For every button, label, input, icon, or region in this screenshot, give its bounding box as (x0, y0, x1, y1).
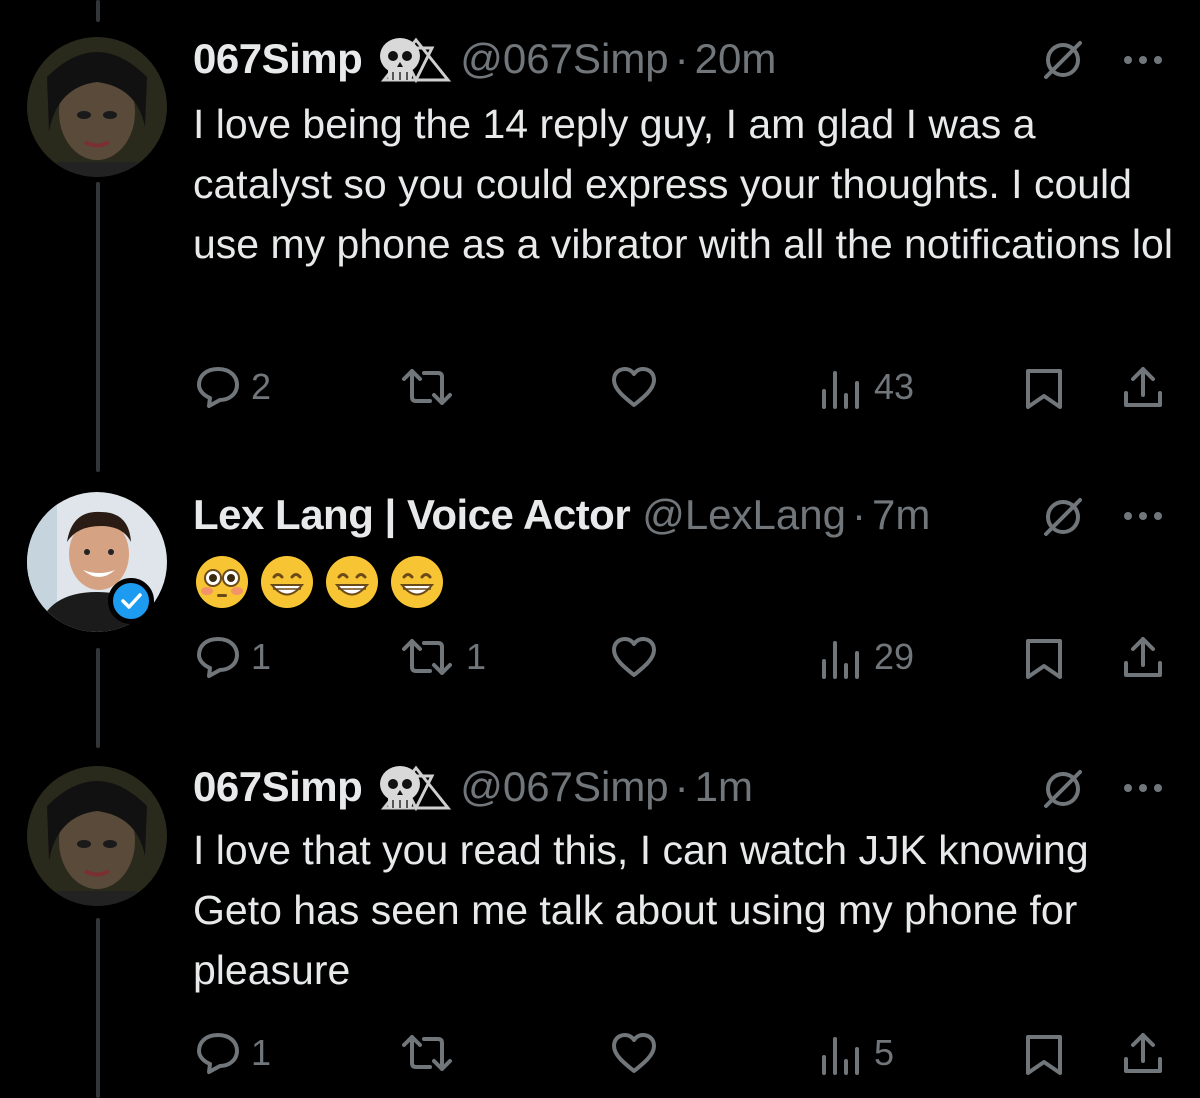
share-icon (1124, 637, 1162, 677)
grin-emoji (391, 556, 443, 608)
skull-icon (376, 762, 452, 812)
reply-icon (197, 1033, 239, 1074)
grok-icon[interactable] (1040, 494, 1086, 540)
like-button[interactable] (610, 1031, 668, 1075)
grok-icon[interactable] (1040, 766, 1086, 812)
reply-count: 1 (251, 1032, 272, 1073)
retweet-icon (402, 369, 452, 405)
reply-count: 2 (251, 366, 272, 407)
more-icon[interactable] (1118, 50, 1168, 70)
display-name[interactable]: 067Simp (193, 34, 363, 84)
retweet-button[interactable]: 1 (398, 635, 486, 679)
views-icon (822, 371, 859, 409)
like-icon (612, 367, 656, 407)
reply-button[interactable]: 2 (195, 365, 271, 409)
timestamp[interactable]: 7m (872, 490, 930, 540)
tweet[interactable]: 067Simp @067Simp · 1m I love that you re… (0, 730, 1200, 1098)
views-button[interactable]: 43 (818, 365, 914, 409)
skull-icon (376, 34, 452, 84)
views-icon (822, 1037, 859, 1075)
avatar[interactable] (27, 766, 167, 906)
reply-button[interactable]: 1 (195, 635, 271, 679)
like-button[interactable] (610, 635, 668, 679)
more-icon[interactable] (1118, 506, 1168, 526)
bookmark-icon (1026, 369, 1062, 409)
grok-icon[interactable] (1040, 37, 1086, 83)
tweet-header: Lex Lang | Voice Actor @LexLang · 7m (193, 490, 930, 540)
username[interactable]: @067Simp (460, 762, 668, 812)
view-count: 29 (874, 636, 915, 677)
verified-icon (108, 578, 154, 624)
display-name[interactable]: Lex Lang | Voice Actor (193, 490, 631, 540)
view-count: 43 (874, 366, 915, 407)
reply-count: 1 (251, 636, 272, 677)
bookmark-button[interactable] (1022, 365, 1066, 411)
bookmark-icon (1026, 1035, 1062, 1075)
views-icon (822, 641, 859, 679)
flushed-emoji (196, 556, 248, 608)
like-icon (612, 637, 656, 677)
tweet[interactable]: 067Simp @067Simp · 20m I love being the … (0, 0, 1200, 440)
retweet-icon (402, 1035, 452, 1071)
share-button[interactable] (1120, 365, 1166, 411)
timestamp[interactable]: 1m (695, 762, 753, 812)
share-button[interactable] (1120, 1031, 1166, 1077)
grin-emoji (326, 556, 378, 608)
retweet-button[interactable] (398, 1031, 466, 1075)
like-icon (612, 1033, 656, 1073)
bookmark-button[interactable] (1022, 635, 1066, 681)
share-icon (1124, 367, 1162, 407)
grin-emoji (261, 556, 313, 608)
bookmark-button[interactable] (1022, 1031, 1066, 1077)
display-name[interactable]: 067Simp (193, 762, 363, 812)
reply-icon (197, 637, 239, 678)
tweet[interactable]: Lex Lang | Voice Actor @LexLang · 7m 1 1… (0, 460, 1200, 710)
like-button[interactable] (610, 365, 668, 409)
share-icon (1124, 1033, 1162, 1073)
tweet-header: 067Simp @067Simp · 1m (193, 762, 753, 812)
retweet-button[interactable] (398, 365, 466, 409)
action-bar: 1 1 29 (0, 632, 1200, 682)
retweet-icon (402, 639, 452, 675)
separator: · (674, 35, 689, 82)
tweet-header: 067Simp @067Simp · 20m (193, 34, 776, 84)
action-bar: 2 43 (0, 362, 1200, 412)
bookmark-icon (1026, 639, 1062, 679)
tweet-text: I love that you read this, I can watch J… (193, 827, 1089, 993)
username[interactable]: @LexLang (642, 490, 846, 540)
tweet-emoji-text: 😳😁😁😁 (196, 556, 443, 608)
view-count: 5 (874, 1032, 895, 1073)
action-bar: 1 5 (0, 1028, 1200, 1078)
separator: · (851, 491, 866, 538)
separator: · (674, 763, 689, 810)
retweet-count: 1 (466, 636, 487, 677)
views-button[interactable]: 29 (818, 635, 914, 679)
share-button[interactable] (1120, 635, 1166, 681)
reply-icon (197, 367, 239, 408)
more-icon[interactable] (1118, 778, 1168, 798)
views-button[interactable]: 5 (818, 1031, 894, 1075)
reply-button[interactable]: 1 (195, 1031, 271, 1075)
tweet-text: I love being the 14 reply guy, I am glad… (193, 101, 1173, 267)
avatar[interactable] (27, 37, 167, 177)
timestamp[interactable]: 20m (695, 34, 777, 84)
username[interactable]: @067Simp (460, 34, 668, 84)
